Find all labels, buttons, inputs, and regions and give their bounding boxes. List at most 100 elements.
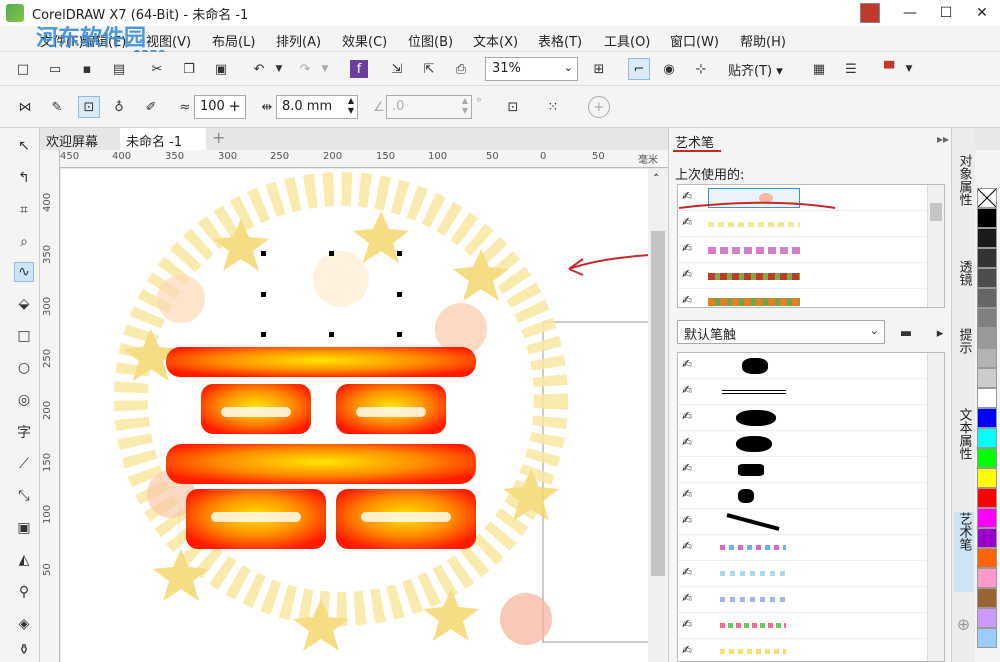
- shape-tool-icon[interactable]: ↰: [14, 168, 34, 188]
- color-swatch[interactable]: [977, 628, 997, 648]
- preset-mode-icon[interactable]: ⋈: [16, 98, 34, 116]
- random-spray-icon[interactable]: ⁙: [544, 98, 562, 116]
- zoom-tool-icon[interactable]: ⌕: [14, 232, 34, 252]
- snap-to-dropdown[interactable]: 贴齐(T) ▾: [728, 60, 783, 79]
- color-swatch[interactable]: [977, 228, 997, 248]
- tab-artistic-media[interactable]: 艺术笔: [954, 512, 974, 592]
- color-swatch[interactable]: [977, 468, 997, 488]
- color-swatch[interactable]: [977, 388, 997, 408]
- text-tool-icon[interactable]: 字: [14, 422, 34, 442]
- crop-tool-icon[interactable]: ⌗: [14, 200, 34, 220]
- list-item[interactable]: ✍: [678, 405, 944, 431]
- color-swatch[interactable]: [977, 608, 997, 628]
- copy-icon[interactable]: ❐: [180, 60, 198, 78]
- show-guidelines-icon[interactable]: ⊹: [692, 60, 710, 78]
- menu-bitmaps[interactable]: 位图(B): [408, 31, 453, 50]
- angle-input[interactable]: .0 ▲ ▼: [386, 95, 472, 119]
- show-rulers-icon[interactable]: ⌐: [628, 58, 650, 80]
- list-item[interactable]: ✍: [678, 483, 944, 509]
- interactive-fill-icon[interactable]: ◈: [14, 614, 34, 634]
- list-item[interactable]: ✍: [678, 431, 944, 457]
- corel-connect-icon[interactable]: f: [350, 60, 368, 78]
- color-swatch[interactable]: [977, 248, 997, 268]
- rectangle-tool-icon[interactable]: □: [14, 326, 34, 346]
- transparency-tool-icon[interactable]: ◭: [14, 550, 34, 570]
- undo-icon[interactable]: ↶: [250, 60, 268, 78]
- list-item[interactable]: ✍: [678, 379, 944, 405]
- color-swatch[interactable]: [977, 548, 997, 568]
- publish-pdf-icon[interactable]: ⎙: [452, 60, 470, 78]
- parallel-dimension-icon[interactable]: ⟋: [14, 454, 34, 474]
- user-account-icon[interactable]: [860, 3, 880, 23]
- menu-window[interactable]: 窗口(W): [670, 31, 719, 50]
- tab-untitled-1[interactable]: 未命名 -1: [120, 128, 206, 150]
- stroke-width-input[interactable]: 8.0 mm ▲ ▼: [276, 95, 358, 119]
- list-item[interactable]: ✍: [678, 587, 944, 613]
- export-icon[interactable]: ⇱: [420, 60, 438, 78]
- stroke-width-spinner-icon[interactable]: ▲ ▼: [348, 96, 354, 116]
- import-icon[interactable]: ⇲: [388, 60, 406, 78]
- drawing-canvas[interactable]: [61, 169, 648, 662]
- redo-icon[interactable]: ↷: [296, 60, 314, 78]
- tab-text-properties[interactable]: 文本属性: [954, 408, 974, 508]
- scroll-thumb[interactable]: [930, 203, 942, 221]
- color-swatch[interactable]: [977, 428, 997, 448]
- list-item[interactable]: ✍: [678, 639, 944, 661]
- brush-mode-icon[interactable]: ✎: [48, 98, 66, 116]
- cut-icon[interactable]: ✂: [148, 60, 166, 78]
- add-docker-icon[interactable]: ⊕: [954, 618, 974, 640]
- color-swatch[interactable]: [977, 328, 997, 348]
- paste-icon[interactable]: ▣: [212, 60, 230, 78]
- sprayer-mode-icon[interactable]: ⊡: [78, 96, 100, 118]
- color-swatch[interactable]: [977, 208, 997, 228]
- tab-hints[interactable]: 提示: [954, 328, 974, 384]
- color-swatch[interactable]: [977, 408, 997, 428]
- scroll-thumb[interactable]: [651, 231, 665, 576]
- object-to-path-icon[interactable]: ⊡: [504, 98, 522, 116]
- default-list-scrollbar[interactable]: [927, 353, 944, 661]
- redo-dropdown-icon[interactable]: ▼: [316, 60, 334, 78]
- pick-tool-icon[interactable]: ↖: [14, 136, 34, 156]
- color-swatch[interactable]: [977, 348, 997, 368]
- scroll-up-icon[interactable]: ⌃: [652, 173, 660, 184]
- smart-fill-tool-icon[interactable]: ⚱: [14, 640, 34, 660]
- freehand-tool-icon[interactable]: ∿: [14, 262, 34, 282]
- zoom-level-select[interactable]: 31% ⌄: [485, 57, 578, 81]
- close-button[interactable]: ✕: [964, 0, 1000, 26]
- pressure-mode-icon[interactable]: ✐: [142, 98, 160, 116]
- list-item[interactable]: ✍: [678, 289, 944, 307]
- list-item[interactable]: ✍: [678, 613, 944, 639]
- tab-object-properties[interactable]: 对象属性: [954, 154, 974, 254]
- browse-folder-icon[interactable]: ▬: [897, 324, 915, 342]
- docker-menu-arrow-icon[interactable]: ▸: [931, 324, 949, 342]
- tab-welcome-screen[interactable]: 欢迎屏幕: [40, 128, 104, 150]
- minimize-button[interactable]: —: [892, 0, 928, 26]
- connector-tool-icon[interactable]: ⤡: [14, 486, 34, 506]
- color-swatch[interactable]: [977, 568, 997, 588]
- show-grid-icon[interactable]: ◉: [660, 60, 678, 78]
- menu-tools[interactable]: 工具(O): [604, 31, 650, 50]
- launcher-dropdown-icon[interactable]: ▼: [900, 60, 918, 78]
- menu-table[interactable]: 表格(T): [538, 31, 582, 50]
- application-launcher-icon[interactable]: ▀: [880, 60, 898, 78]
- save-icon[interactable]: ▪: [78, 60, 96, 78]
- new-icon[interactable]: □: [14, 60, 32, 78]
- color-swatch[interactable]: [977, 448, 997, 468]
- menu-effects[interactable]: 效果(C): [342, 31, 387, 50]
- print-icon[interactable]: ▤: [110, 60, 128, 78]
- add-tab-icon[interactable]: +: [208, 128, 229, 150]
- ellipse-tool-icon[interactable]: ○: [14, 358, 34, 378]
- list-item[interactable]: ✍: [678, 263, 944, 289]
- full-screen-icon[interactable]: ⊞: [590, 60, 608, 78]
- menu-help[interactable]: 帮助(H): [740, 31, 786, 50]
- smoothing-slider-icon[interactable]: +: [228, 97, 241, 115]
- docker-expand-icon[interactable]: ▸▸: [937, 132, 949, 146]
- color-swatch[interactable]: [977, 368, 997, 388]
- eyedropper-tool-icon[interactable]: ⚲: [14, 582, 34, 602]
- menu-layout[interactable]: 布局(L): [212, 31, 255, 50]
- options-icon[interactable]: ☰: [842, 60, 860, 78]
- undo-dropdown-icon[interactable]: ▼: [270, 60, 288, 78]
- stroke-category-select[interactable]: 默认笔触 ⌄: [677, 320, 885, 344]
- add-icon[interactable]: +: [588, 96, 610, 118]
- canvas-vertical-scrollbar[interactable]: ⌃: [648, 169, 668, 662]
